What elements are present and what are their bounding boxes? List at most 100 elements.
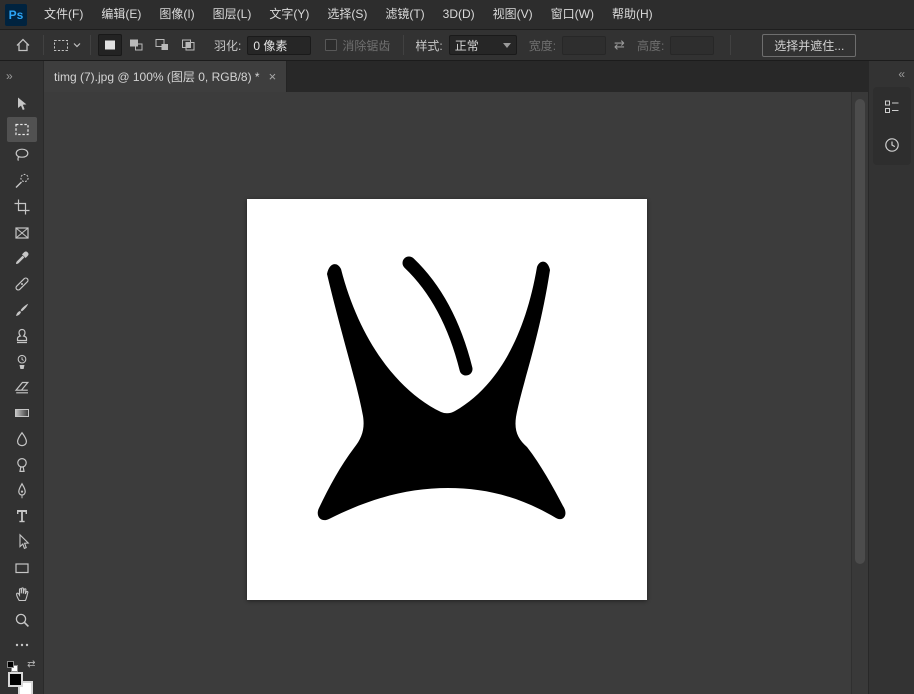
photoshop-window: Ps 文件(F) 编辑(E) 图像(I) 图层(L) 文字(Y) 选择(S) 滤… bbox=[0, 0, 914, 694]
brush-tool[interactable] bbox=[7, 297, 37, 323]
menu-bar: Ps 文件(F) 编辑(E) 图像(I) 图层(L) 文字(Y) 选择(S) 滤… bbox=[0, 0, 914, 30]
home-button[interactable] bbox=[10, 33, 36, 57]
quick-selection-tool[interactable] bbox=[7, 168, 37, 194]
clone-stamp-icon bbox=[13, 327, 31, 345]
frame-icon bbox=[13, 224, 31, 242]
height-input bbox=[670, 36, 714, 55]
style-dropdown[interactable]: 正常 bbox=[449, 35, 517, 55]
menu-type[interactable]: 文字(Y) bbox=[260, 0, 318, 29]
document-tab-title: timg (7).jpg @ 100% (图层 0, RGB/8) * bbox=[54, 68, 260, 85]
clone-stamp-tool[interactable] bbox=[7, 323, 37, 349]
shape-accent-stroke bbox=[409, 263, 466, 369]
chevron-down-icon bbox=[73, 41, 81, 49]
new-selection-icon bbox=[102, 37, 118, 53]
magnifier-icon bbox=[13, 611, 31, 629]
frame-tool[interactable] bbox=[7, 220, 37, 246]
rectangle-shape-tool[interactable] bbox=[7, 555, 37, 581]
water-drop-icon bbox=[13, 430, 31, 448]
feather-label: 羽化: bbox=[214, 37, 241, 54]
healing-brush-icon bbox=[13, 275, 31, 293]
crop-tool[interactable] bbox=[7, 194, 37, 220]
subtract-selection-icon bbox=[154, 37, 170, 53]
move-tool[interactable] bbox=[7, 91, 37, 117]
rectangular-marquee-tool[interactable] bbox=[7, 117, 37, 143]
chevron-down-icon bbox=[503, 43, 511, 48]
panel-dock: « bbox=[868, 61, 914, 694]
canvas-pasteboard[interactable] bbox=[44, 92, 868, 694]
eraser-tool[interactable] bbox=[7, 375, 37, 401]
gradient-tool[interactable] bbox=[7, 400, 37, 426]
foreground-color-swatch[interactable] bbox=[8, 672, 23, 687]
divider bbox=[90, 35, 91, 55]
toolbar-expand-chevron[interactable]: » bbox=[0, 61, 43, 91]
lasso-icon bbox=[13, 146, 31, 164]
edit-toolbar-button[interactable] bbox=[7, 633, 37, 659]
home-icon bbox=[14, 36, 32, 54]
photoshop-logo-icon: Ps bbox=[5, 4, 27, 26]
history-brush-tool[interactable] bbox=[7, 349, 37, 375]
rectangular-marquee-icon bbox=[13, 120, 31, 138]
select-and-mask-button[interactable]: 选择并遮住... bbox=[762, 34, 856, 57]
crop-icon bbox=[13, 198, 31, 216]
swap-colors-icon[interactable]: ⇄ bbox=[27, 659, 35, 670]
tool-preset-dropdown[interactable] bbox=[51, 37, 83, 53]
pen-tool[interactable] bbox=[7, 478, 37, 504]
menu-view[interactable]: 视图(V) bbox=[484, 0, 542, 29]
divider bbox=[730, 35, 731, 55]
document-tab-bar: timg (7).jpg @ 100% (图层 0, RGB/8) * × bbox=[44, 61, 868, 92]
menu-file[interactable]: 文件(F) bbox=[35, 0, 92, 29]
blur-tool[interactable] bbox=[7, 426, 37, 452]
layer-comps-panel-button[interactable] bbox=[875, 90, 909, 124]
eyedropper-tool[interactable] bbox=[7, 246, 37, 272]
document-tab[interactable]: timg (7).jpg @ 100% (图层 0, RGB/8) * × bbox=[44, 61, 287, 92]
menu-filter[interactable]: 滤镜(T) bbox=[376, 0, 433, 29]
eyedropper-icon bbox=[13, 249, 31, 267]
menu-3d[interactable]: 3D(D) bbox=[434, 0, 484, 29]
quick-selection-icon bbox=[13, 172, 31, 190]
type-icon bbox=[13, 507, 31, 525]
eraser-icon bbox=[13, 378, 31, 396]
document-image bbox=[247, 199, 647, 600]
menu-image[interactable]: 图像(I) bbox=[150, 0, 203, 29]
intersect-selection-button[interactable] bbox=[176, 34, 200, 56]
subtract-from-selection-button[interactable] bbox=[150, 34, 174, 56]
menu-window[interactable]: 窗口(W) bbox=[542, 0, 603, 29]
history-panel-button[interactable] bbox=[875, 128, 909, 162]
swap-width-height-icon[interactable]: ⇄ bbox=[614, 37, 625, 53]
antialias-checkbox[interactable] bbox=[325, 39, 337, 51]
rectangle-icon bbox=[13, 559, 31, 577]
close-icon[interactable]: × bbox=[269, 69, 277, 84]
pen-icon bbox=[13, 482, 31, 500]
feather-input[interactable] bbox=[247, 36, 311, 55]
new-selection-button[interactable] bbox=[98, 34, 122, 56]
menu-help[interactable]: 帮助(H) bbox=[603, 0, 662, 29]
dodge-icon bbox=[13, 456, 31, 474]
hand-tool[interactable] bbox=[7, 581, 37, 607]
healing-brush-tool[interactable] bbox=[7, 271, 37, 297]
menu-edit[interactable]: 编辑(E) bbox=[92, 0, 150, 29]
menu-layer[interactable]: 图层(L) bbox=[204, 0, 261, 29]
menu-select[interactable]: 选择(S) bbox=[318, 0, 376, 29]
document-canvas[interactable] bbox=[247, 199, 647, 600]
history-clock-icon bbox=[883, 136, 901, 154]
lasso-tool[interactable] bbox=[7, 142, 37, 168]
path-selection-tool[interactable] bbox=[7, 529, 37, 555]
document-area: timg (7).jpg @ 100% (图层 0, RGB/8) * × bbox=[44, 61, 868, 694]
selection-mode-group bbox=[98, 34, 200, 56]
divider bbox=[403, 35, 404, 55]
vertical-scrollbar[interactable] bbox=[851, 92, 868, 694]
gradient-icon bbox=[13, 404, 31, 422]
color-control: ⇄ bbox=[7, 660, 37, 694]
move-icon bbox=[13, 95, 31, 113]
add-to-selection-button[interactable] bbox=[124, 34, 148, 56]
vertical-scrollbar-thumb[interactable] bbox=[855, 99, 865, 564]
workspace: » bbox=[0, 61, 914, 694]
zoom-tool[interactable] bbox=[7, 607, 37, 633]
type-tool[interactable] bbox=[7, 504, 37, 530]
style-value: 正常 bbox=[455, 37, 479, 54]
height-label: 高度: bbox=[637, 37, 664, 54]
expand-panels-chevron[interactable]: « bbox=[869, 61, 914, 87]
default-colors-icon[interactable] bbox=[7, 661, 14, 668]
dodge-tool[interactable] bbox=[7, 452, 37, 478]
add-selection-icon bbox=[128, 37, 144, 53]
